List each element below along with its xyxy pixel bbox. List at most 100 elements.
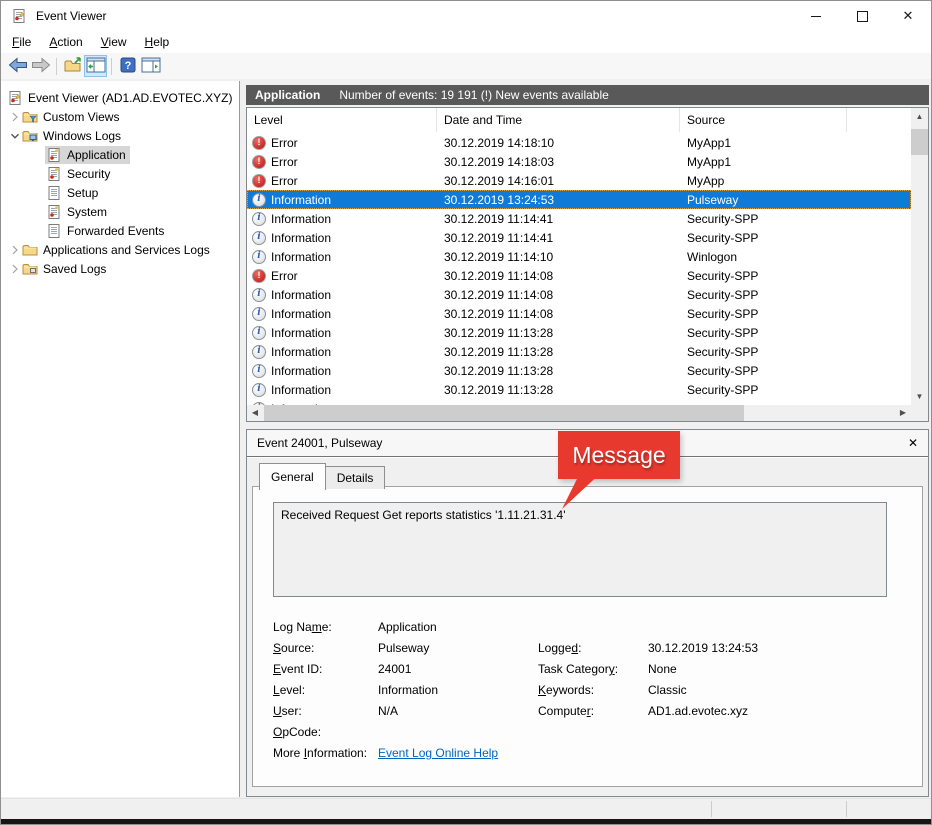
scroll-up-icon[interactable]: ▲ [911, 108, 928, 125]
show-hide-action-pane-button[interactable] [139, 55, 162, 77]
event-source: MyApp1 [680, 155, 911, 169]
event-row[interactable]: iInformation30.12.2019 11:14:41Security-… [247, 228, 911, 247]
event-source: Security-SPP [680, 288, 911, 302]
general-tab-page: Received Request Get reports statistics … [252, 486, 923, 787]
event-source: Security-SPP [680, 269, 911, 283]
back-arrow-button[interactable] [6, 55, 29, 77]
information-icon: i [252, 307, 266, 321]
maximize-button[interactable] [839, 1, 885, 31]
event-row[interactable]: !Error30.12.2019 14:18:03MyApp1 [247, 152, 911, 171]
event-row[interactable]: iInformation30.12.2019 11:13:28Security-… [247, 380, 911, 399]
tree-item-label: Saved Logs [43, 262, 106, 276]
toolbar-separator [56, 58, 57, 75]
event-viewer-app-icon [11, 8, 27, 24]
chevron-collapsed-icon[interactable] [8, 245, 21, 255]
event-row[interactable]: iInformation30.12.2019 13:24:53Pulseway [247, 190, 911, 209]
information-icon: i [252, 326, 266, 340]
close-button[interactable]: ✕ [885, 1, 931, 31]
detail-tabs: GeneralDetails [259, 463, 385, 490]
event-log-icon [46, 204, 62, 220]
maximize-icon [857, 11, 868, 22]
field-label: Keywords: [538, 683, 594, 697]
event-row[interactable]: iInformation30.12.2019 11:14:08Security-… [247, 285, 911, 304]
detail-title: Event 24001, Pulseway [257, 436, 382, 450]
toolbar: ? [1, 53, 931, 80]
information-icon: i [252, 193, 266, 207]
horizontal-scrollbar[interactable]: ◀ ▶ [247, 405, 911, 421]
scroll-right-icon[interactable]: ▶ [895, 405, 911, 421]
tree-item-system[interactable]: System [1, 202, 239, 221]
tree-item-windows-logs[interactable]: Windows Logs [1, 126, 239, 145]
column-header-date-and-time[interactable]: Date and Time [437, 108, 680, 132]
event-date: 30.12.2019 11:14:08 [437, 288, 680, 302]
tree-item-saved-logs[interactable]: Saved Logs [1, 259, 239, 278]
event-level: Information [271, 288, 331, 302]
vertical-scrollbar[interactable]: ▲ ▼ [911, 108, 928, 405]
scroll-left-icon[interactable]: ◀ [247, 405, 263, 421]
menu-action[interactable]: Action [40, 32, 91, 52]
tree-item-forwarded-events[interactable]: Forwarded Events [1, 221, 239, 240]
event-message-box[interactable]: Received Request Get reports statistics … [273, 502, 887, 597]
tree-item-custom-views[interactable]: Custom Views [1, 107, 239, 126]
tree-item-event-viewer-ad1-ad-evotec-xyz[interactable]: Event Viewer (AD1.AD.EVOTEC.XYZ) [1, 88, 239, 107]
event-row[interactable]: !Error30.12.2019 14:16:01MyApp [247, 171, 911, 190]
folder-saved-icon [22, 261, 38, 277]
event-row[interactable]: iInformation30.12.2019 11:13:28Security-… [247, 342, 911, 361]
help-question-button[interactable]: ? [116, 55, 139, 77]
tree-item-setup[interactable]: Setup [1, 183, 239, 202]
event-log-icon [46, 166, 62, 182]
event-date: 30.12.2019 11:14:08 [437, 307, 680, 321]
event-row[interactable]: iInformation30.12.2019 11:14:41Security-… [247, 209, 911, 228]
detail-close-icon[interactable]: ✕ [908, 436, 918, 450]
menu-file[interactable]: File [3, 32, 40, 52]
vertical-scroll-thumb[interactable] [911, 129, 928, 155]
minimize-button[interactable] [793, 1, 839, 31]
console-tree-panel: Event Viewer (AD1.AD.EVOTEC.XYZ) Custom V… [1, 81, 240, 797]
tab-details[interactable]: Details [325, 466, 386, 489]
tree-item-security[interactable]: Security [1, 164, 239, 183]
event-fields: Log Name:ApplicationSource:PulsewayLogge… [273, 620, 908, 767]
show-hide-action-pane-icon [141, 57, 161, 76]
tab-general[interactable]: General [259, 463, 326, 490]
menu-bar: FileActionViewHelp [1, 31, 931, 53]
field-row: Log Name:Application [273, 620, 908, 641]
field-label: Logged: [538, 641, 581, 655]
menu-help[interactable]: Help [136, 32, 179, 52]
message-callout: Message [558, 431, 680, 479]
field-label: User: [273, 704, 302, 718]
event-log-online-help-link[interactable]: Event Log Online Help [378, 746, 498, 760]
scroll-down-icon[interactable]: ▼ [911, 388, 928, 405]
field-label: Computer: [538, 704, 594, 718]
event-row[interactable]: iInformation30.12.2019 11:13:28Security-… [247, 323, 911, 342]
column-header-source[interactable]: Source [680, 108, 847, 132]
event-source: Security-SPP [680, 231, 911, 245]
chevron-expanded-icon[interactable] [8, 131, 21, 141]
tree-item-label: Event Viewer (AD1.AD.EVOTEC.XYZ) [28, 91, 233, 105]
event-source: Security-SPP [680, 364, 911, 378]
open-saved-log-folder-button[interactable] [61, 55, 84, 77]
chevron-collapsed-icon[interactable] [8, 264, 21, 274]
error-icon: ! [252, 155, 266, 169]
horizontal-scroll-thumb[interactable] [264, 405, 744, 421]
event-row[interactable]: iInformation30.12.2019 11:14:08Security-… [247, 304, 911, 323]
back-arrow-icon [8, 57, 28, 76]
event-level: Information [271, 212, 331, 226]
event-row[interactable]: iInformation30.12.2019 11:13:28Security-… [247, 361, 911, 380]
event-row[interactable]: iInformation30.12.2019 11:14:10Winlogon [247, 247, 911, 266]
help-question-icon: ? [119, 57, 137, 76]
field-value: Classic [648, 683, 687, 697]
events-summary: Number of events: 19 191 (!) New events … [339, 88, 608, 102]
forward-arrow-button[interactable] [29, 55, 52, 77]
chevron-collapsed-icon[interactable] [8, 112, 21, 122]
folder-icon [22, 242, 38, 258]
event-row[interactable]: !Error30.12.2019 11:14:08Security-SPP [247, 266, 911, 285]
bottom-edge [1, 819, 931, 824]
tree-item-applications-and-services-logs[interactable]: Applications and Services Logs [1, 240, 239, 259]
show-hide-console-tree-button[interactable] [84, 55, 107, 77]
event-row[interactable]: !Error30.12.2019 14:18:10MyApp1 [247, 133, 911, 152]
event-level: Error [271, 269, 298, 283]
field-label: Log Name: [273, 620, 332, 634]
column-header-level[interactable]: Level [247, 108, 437, 132]
menu-view[interactable]: View [92, 32, 136, 52]
tree-item-application[interactable]: Application [1, 145, 239, 164]
